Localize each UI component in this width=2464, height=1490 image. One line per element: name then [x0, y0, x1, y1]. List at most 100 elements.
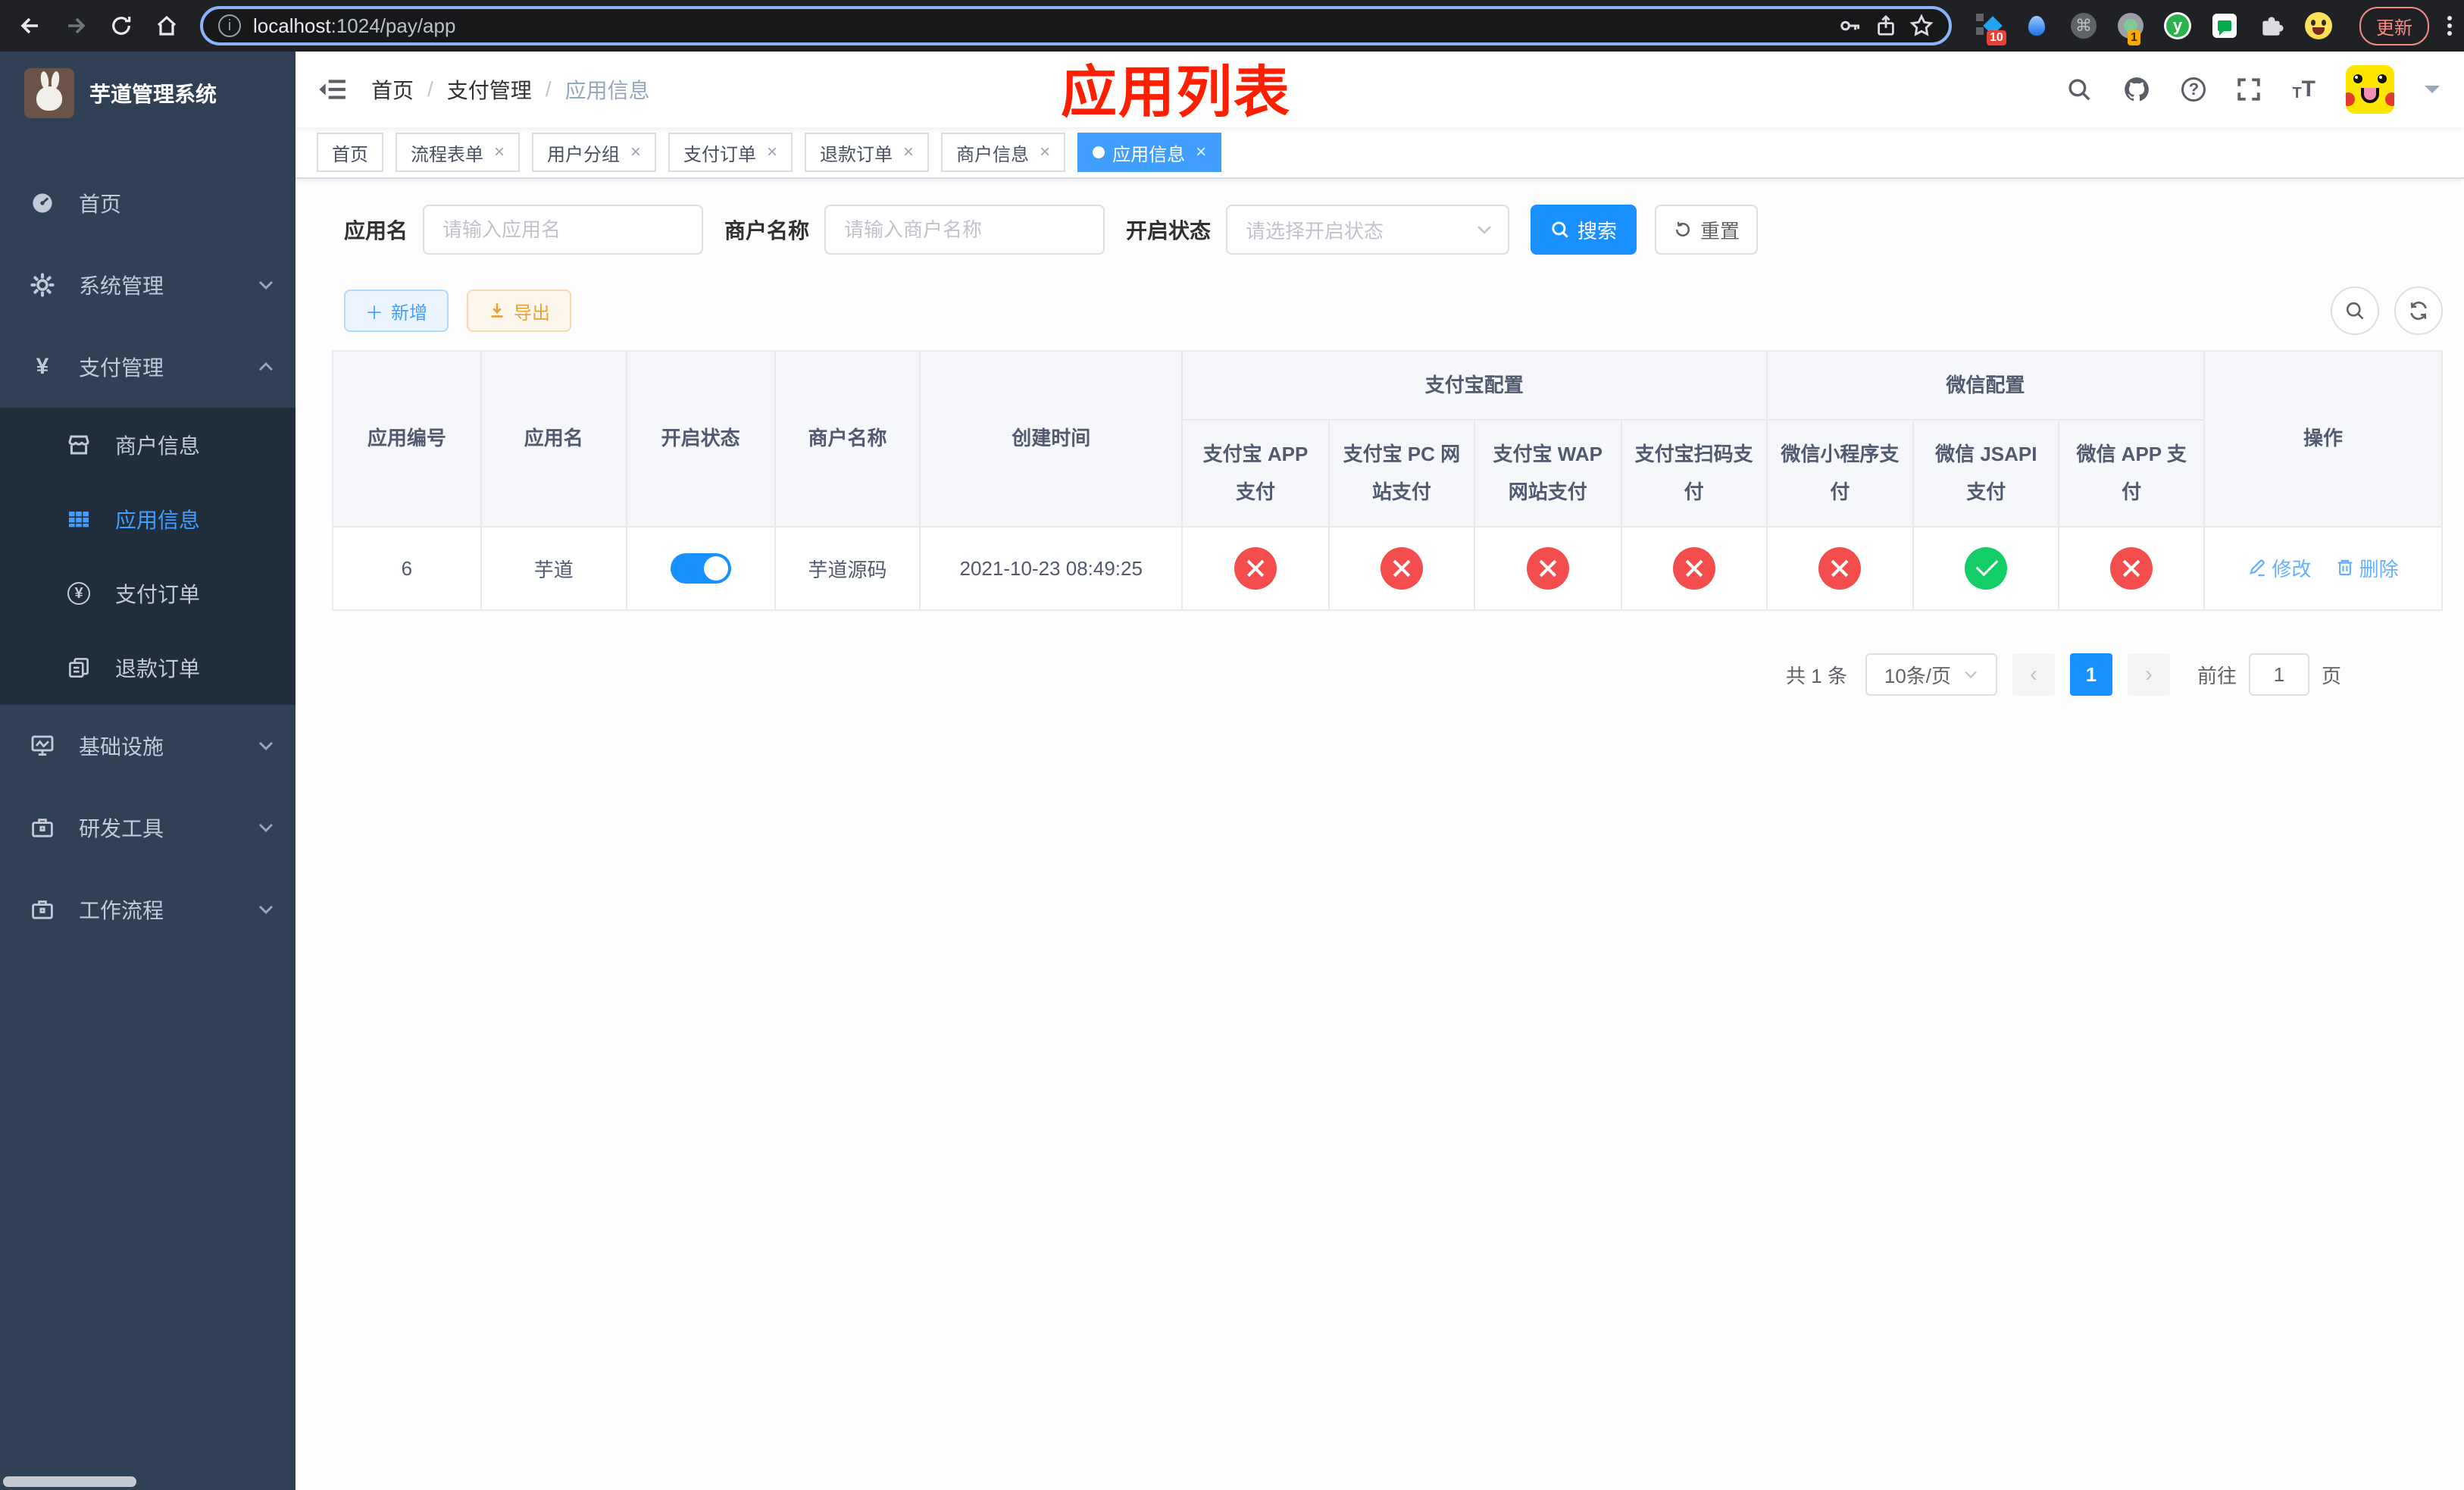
tag-app-info[interactable]: 应用信息 ×: [1077, 133, 1222, 172]
cell-app-id: 6: [332, 526, 482, 612]
breadcrumb: 首页 / 支付管理 / 应用信息: [371, 74, 650, 105]
close-icon[interactable]: ×: [767, 143, 777, 161]
app-table: 应用编号 应用名 开启状态 商户名称 创建时间 支付宝配置 微信配置 操作 支付…: [332, 349, 2443, 612]
wechat-app-status-icon: [2110, 547, 2153, 590]
help-icon[interactable]: ?: [2181, 77, 2206, 102]
chevron-down-icon: [258, 279, 274, 291]
prev-page-button[interactable]: ‹: [2012, 653, 2055, 696]
table-toolbar: ＋ 新增 导出: [332, 286, 2443, 335]
fullscreen-icon[interactable]: [2236, 77, 2262, 102]
sidebar-item-dev-tools[interactable]: 研发工具: [0, 787, 295, 869]
status-select[interactable]: 请选择开启状态: [1226, 205, 1510, 255]
page-number-button[interactable]: 1: [2069, 653, 2112, 696]
close-icon[interactable]: ×: [494, 143, 505, 161]
goto-unit: 页: [2321, 664, 2341, 687]
browser-menu-icon[interactable]: [2447, 16, 2452, 36]
download-icon: [491, 303, 503, 318]
toolbox-icon: [30, 815, 55, 840]
sidebar-logo[interactable]: 芋道管理系统: [0, 52, 295, 135]
browser-chrome: i localhost:1024/pay/app 10 ⌘ 1 y 更新: [0, 0, 2464, 52]
col-alipay-pc: 支付宝 PC 网站支付: [1327, 419, 1475, 528]
sidebar-item-refund-orders[interactable]: 退款订单: [0, 631, 295, 705]
site-info-icon[interactable]: i: [218, 14, 241, 37]
toolbox-icon: [30, 897, 55, 922]
extensions-puzzle-icon[interactable]: [2258, 12, 2285, 39]
sidebar-item-workflow[interactable]: 工作流程: [0, 869, 295, 950]
wechat-jsapi-status-icon: [1965, 547, 2008, 590]
back-icon[interactable]: [12, 8, 48, 44]
sidebar-item-merchant-info[interactable]: 商户信息: [0, 408, 295, 482]
sidebar-item-app-info[interactable]: 应用信息: [0, 482, 295, 556]
sidebar-item-home[interactable]: 首页: [0, 162, 295, 244]
url-bar[interactable]: i localhost:1024/pay/app: [200, 6, 1952, 45]
breadcrumb-separator: /: [427, 77, 433, 101]
sidebar-menu: 首页 系统管理 ¥ 支付管理 商户信息 应用信息 ¥ 支付订单 退款订单 基础设…: [0, 162, 295, 950]
extension-command-icon[interactable]: ⌘: [2070, 12, 2097, 39]
hamburger-icon[interactable]: [318, 77, 347, 102]
show-search-button[interactable]: [2331, 286, 2379, 335]
group-wechat-config: 微信配置: [1765, 350, 2206, 421]
tag-user-group[interactable]: 用户分组 ×: [532, 133, 657, 172]
close-icon[interactable]: ×: [1196, 143, 1206, 161]
delete-link[interactable]: 删除: [2335, 554, 2399, 582]
sidebar-item-infrastructure[interactable]: 基础设施: [0, 705, 295, 787]
next-page-button[interactable]: ›: [2127, 653, 2170, 696]
bookmark-star-icon[interactable]: [1909, 14, 1934, 38]
refresh-button[interactable]: [2394, 286, 2443, 335]
github-icon[interactable]: [2122, 75, 2151, 104]
share-icon[interactable]: [1875, 14, 1897, 37]
search-icon[interactable]: [2066, 77, 2092, 102]
font-size-icon[interactable]: TT: [2292, 78, 2315, 102]
extension-y-logo-icon[interactable]: y: [2164, 12, 2191, 39]
close-icon[interactable]: ×: [630, 143, 641, 161]
col-wechat-jsapi: 微信 JSAPI 支付: [1912, 419, 2060, 528]
col-app-id: 应用编号: [332, 349, 482, 528]
password-key-icon[interactable]: [1838, 14, 1862, 38]
avatar[interactable]: [2346, 65, 2394, 114]
export-button[interactable]: 导出: [467, 290, 571, 332]
extension-recorder-icon[interactable]: 1: [2117, 12, 2144, 45]
tags-view-bar: 首页 流程表单 × 用户分组 × 支付订单 × 退款订单 × 商户信息 × 应用信息 ×: [295, 127, 2464, 179]
breadcrumb-payment[interactable]: 支付管理: [447, 74, 532, 105]
breadcrumb-home[interactable]: 首页: [371, 74, 414, 105]
forward-icon[interactable]: [58, 8, 94, 44]
filter-form: 应用名 商户名称 开启状态 请选择开启状态 搜索: [344, 205, 2443, 255]
sidebar-item-system[interactable]: 系统管理: [0, 244, 295, 326]
tag-merchant-info[interactable]: 商户信息 ×: [941, 133, 1066, 172]
app-title: 芋道管理系统: [89, 83, 217, 106]
app-name-input[interactable]: [423, 205, 704, 255]
navbar-actions: ? TT: [2066, 65, 2440, 114]
extension-diamond-icon[interactable]: 10: [1976, 12, 2006, 45]
page-size-select[interactable]: 10条/页: [1865, 653, 1997, 696]
close-icon[interactable]: ×: [903, 143, 914, 161]
tag-process-form[interactable]: 流程表单 ×: [396, 133, 521, 172]
reload-icon[interactable]: [103, 8, 139, 44]
caret-down-icon[interactable]: [2425, 86, 2440, 101]
merchant-name-input[interactable]: [824, 205, 1105, 255]
browser-update-button[interactable]: 更新: [2359, 6, 2429, 45]
sidebar-item-payment[interactable]: ¥ 支付管理: [0, 326, 295, 408]
sidebar: 芋道管理系统 首页 系统管理 ¥ 支付管理 商户信息 应用信息 ¥ 支付订单 退…: [0, 52, 295, 1490]
col-wechat-app: 微信 APP 支付: [2058, 419, 2206, 528]
main-area: 应用列表 首页 / 支付管理 / 应用信息 ? T T 首页 流程表单 × 用户…: [295, 52, 2464, 1490]
col-created: 创建时间: [919, 349, 1184, 528]
edit-link[interactable]: 修改: [2247, 554, 2311, 582]
tag-home[interactable]: 首页: [317, 133, 383, 172]
sidebar-scrollbar[interactable]: [3, 1476, 136, 1487]
search-button[interactable]: 搜索: [1531, 205, 1637, 255]
reset-button[interactable]: 重置: [1655, 205, 1759, 255]
close-icon[interactable]: ×: [1040, 143, 1050, 161]
home-icon[interactable]: [149, 8, 185, 44]
chevron-down-icon: [258, 903, 274, 916]
tag-refund-orders[interactable]: 退款订单 ×: [805, 133, 930, 172]
goto-page-input[interactable]: [2248, 653, 2309, 696]
search-icon: [2346, 302, 2364, 320]
pagination: 共 1 条 10条/页 ‹ 1 › 前往 页: [332, 653, 2341, 696]
add-button[interactable]: ＋ 新增: [344, 290, 449, 332]
tag-payment-orders[interactable]: 支付订单 ×: [668, 133, 793, 172]
browser-profile-avatar[interactable]: [2305, 12, 2332, 39]
status-toggle[interactable]: [670, 553, 731, 584]
extension-chat-icon[interactable]: [2211, 12, 2238, 39]
extension-balloon-icon[interactable]: [2023, 12, 2050, 39]
sidebar-item-payment-orders[interactable]: ¥ 支付订单: [0, 556, 295, 631]
